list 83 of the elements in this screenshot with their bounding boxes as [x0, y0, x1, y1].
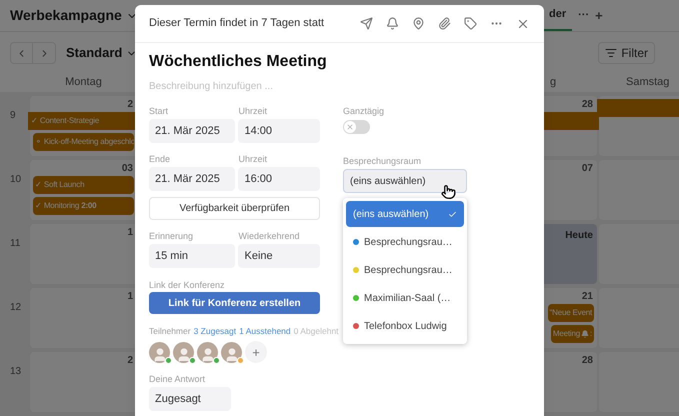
day-header: Montag	[64, 75, 103, 90]
tag-icon[interactable]	[464, 17, 477, 30]
week-number: 9	[10, 110, 16, 121]
paperclip-icon[interactable]	[438, 17, 451, 30]
input-field[interactable]: 21. Mär 2025	[149, 119, 236, 143]
day-number: 1	[127, 226, 134, 239]
create-link-button[interactable]: Link für Konferenz erstellen	[149, 292, 320, 314]
room-option[interactable]: (eins auswählen)	[346, 201, 464, 227]
room-option[interactable]: Besprechungsrau…	[346, 229, 464, 255]
room-option[interactable]: Maximilian-Saal (…	[346, 285, 464, 311]
avatar[interactable]	[149, 342, 170, 362]
avatar[interactable]	[173, 342, 194, 362]
input-field[interactable]: 21. Mär 2025	[149, 167, 236, 191]
field-label: Erinnerung	[149, 230, 194, 242]
input-field[interactable]: Zugesagt	[149, 387, 231, 411]
field-label: Start	[149, 105, 170, 117]
check-icon	[448, 210, 457, 218]
room-select[interactable]: (eins auswählen)	[343, 169, 467, 193]
day-cell[interactable]	[599, 96, 679, 156]
day-number: 2	[127, 98, 134, 111]
day-cell[interactable]: 2 ✓ Content-Strategie ⚬ Kick-off-Meeting abgeschlo	[30, 96, 137, 156]
day-cell[interactable]: 1	[30, 288, 137, 348]
event-title[interactable]: Wöchentliches Meeting	[149, 51, 530, 73]
avatar[interactable]	[221, 342, 242, 362]
filter-icon	[605, 47, 618, 59]
field-label: Link der Konferenz	[149, 279, 226, 291]
event-bar[interactable]: ✓ Monitoring 2:00	[33, 197, 134, 215]
more-text[interactable]: ···	[578, 7, 590, 24]
today-label: Heute	[565, 229, 594, 243]
day-header: Samstag	[625, 75, 670, 90]
week-number: 13	[10, 366, 22, 377]
map-pin-icon[interactable]	[412, 17, 425, 30]
field-label: Ganztägig	[343, 105, 386, 117]
room-option[interactable]: Besprechungsrau…	[346, 257, 464, 283]
accepted-link[interactable]: 3 Zugesagt	[194, 325, 236, 337]
event-bar[interactable]: "Neue Event	[548, 304, 594, 322]
event-bar[interactable]: ⚬ Kick-off-Meeting abgeschlo	[33, 133, 134, 151]
avatar[interactable]	[197, 342, 218, 362]
all-day-toggle[interactable]	[343, 120, 370, 134]
person-silhouette-icon	[200, 346, 216, 362]
day-header: g	[549, 75, 558, 90]
day-cell[interactable]: 03 ✓ Soft Launch ✓ Monitoring 2:00	[30, 160, 137, 220]
pending-link[interactable]: 1 Ausstehend	[239, 325, 291, 337]
view-selector[interactable]: Standard	[66, 43, 122, 63]
field-label: Ende	[149, 153, 172, 165]
input-field[interactable]: 15 min	[149, 244, 236, 268]
dialog-notice: Dieser Termin findet in 7 Tagen statt	[149, 16, 324, 32]
input-field[interactable]: 14:00	[238, 119, 320, 143]
input-field[interactable]: 16:00	[238, 167, 320, 191]
field-label: Wiederkehrend	[238, 230, 301, 242]
week-number: 10	[10, 174, 22, 185]
x-icon	[346, 123, 354, 131]
person-silhouette-icon	[224, 346, 240, 362]
person-silhouette-icon	[152, 346, 168, 362]
week-number: 12	[10, 302, 22, 313]
field-label: Deine Antwort	[149, 373, 206, 385]
add-tab[interactable]: +	[595, 6, 603, 26]
participants-label: Teilnehmer	[149, 325, 191, 337]
event-bar[interactable]: Meeting :	[550, 325, 594, 343]
add-participant-button[interactable]: +	[245, 341, 267, 363]
week-number: 11	[10, 238, 20, 249]
day-number: 28	[582, 354, 594, 367]
person-silhouette-icon	[176, 346, 192, 362]
description-field[interactable]: Beschreibung hinzufügen ...	[149, 80, 449, 94]
input-field[interactable]: Keine	[238, 244, 320, 268]
filter-button[interactable]: Filter	[598, 42, 655, 64]
availability-button[interactable]: Verfügbarkeit überprüfen	[149, 197, 320, 220]
day-number: 2	[127, 354, 134, 367]
day-number: 21	[582, 290, 594, 303]
day-number: 03	[122, 162, 134, 175]
bell-icon[interactable]	[386, 17, 399, 30]
event-bar[interactable]: ✓ Soft Launch	[33, 176, 134, 194]
room-option[interactable]: Telefonbox Ludwig	[346, 313, 464, 339]
field-label: Uhrzeit	[238, 153, 268, 165]
send-icon[interactable]	[360, 17, 373, 30]
field-label: Besprechungsraum	[343, 155, 422, 167]
day-cell[interactable]: 2	[30, 352, 137, 412]
day-cell[interactable]: 1	[30, 224, 137, 284]
day-number: 28	[582, 98, 594, 111]
project-title[interactable]: Werbekampagne	[10, 5, 122, 26]
field-label: Uhrzeit	[238, 105, 268, 117]
day-number: 1	[127, 290, 134, 303]
day-number: 07	[582, 162, 594, 175]
